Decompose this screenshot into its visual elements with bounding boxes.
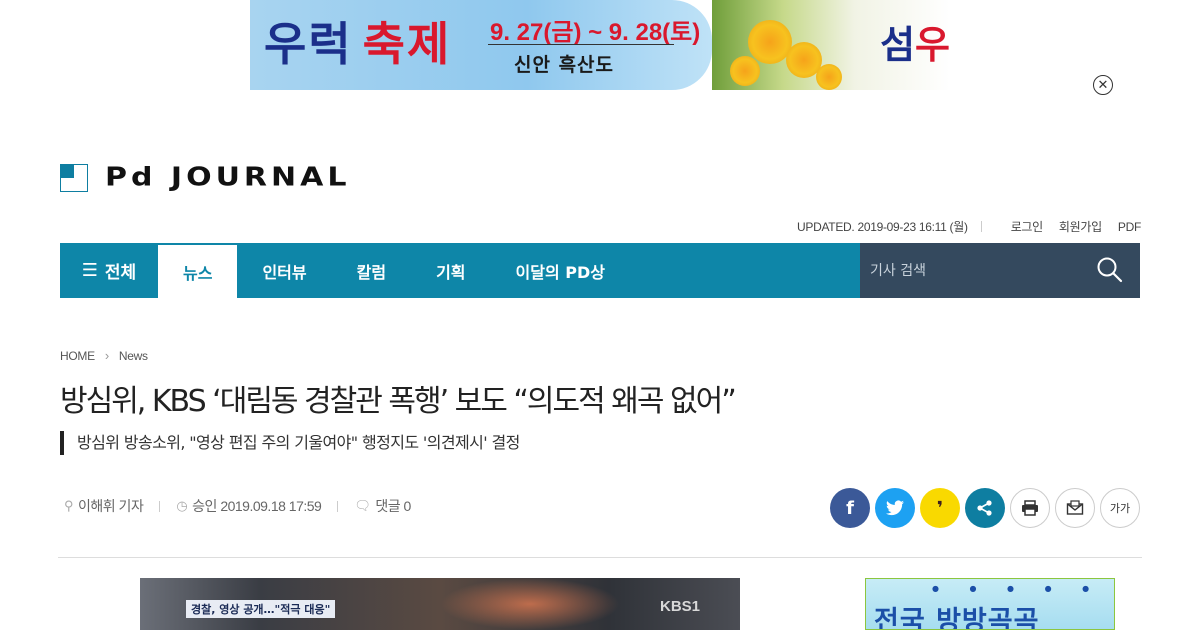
print-icon [1022, 500, 1038, 516]
nav-item-pd-award[interactable]: 이달의 PD상 [491, 243, 630, 298]
content-divider [58, 557, 1142, 558]
clock-icon: ◷ [176, 498, 188, 513]
kakaostory-share-button[interactable]: ❜ [920, 488, 960, 528]
approval-date: 승인 2019.09.18 17:59 [192, 498, 322, 514]
email-button[interactable] [1055, 488, 1095, 528]
approval-info: ◷ 승인 2019.09.18 17:59 [176, 496, 322, 516]
search-input[interactable] [860, 262, 1080, 279]
login-link[interactable]: 로그인 [1011, 218, 1044, 235]
nav-item-interview[interactable]: 인터뷰 [237, 243, 331, 298]
email-icon [1066, 500, 1084, 515]
ad-right-panel: 섬우 [712, 0, 950, 90]
facebook-share-button[interactable]: f [830, 488, 870, 528]
broadcaster-logo: KBS1 [659, 598, 700, 615]
nav-item-news[interactable]: 뉴스 [158, 244, 238, 298]
ad-left-panel: 우럭 축제 9. 27(금) ~ 9. 28(토) 신안 흑산도 [250, 0, 712, 90]
ad-right-text: 섬우 [880, 14, 950, 69]
top-ad-banner[interactable]: 우럭 축제 9. 27(금) ~ 9. 28(토) 신안 흑산도 섬우 [250, 0, 950, 90]
ad-divider [488, 44, 674, 45]
print-button[interactable] [1010, 488, 1050, 528]
ad-title-part1: 우럭 [264, 17, 353, 71]
author-name[interactable]: 이해휘 기자 [78, 496, 144, 516]
main-nav: ☰ 전체 뉴스 인터뷰 칼럼 기획 이달의 PD상 [60, 243, 1140, 298]
logo-mark-icon [60, 164, 88, 192]
search-icon[interactable] [1096, 256, 1124, 284]
logo-text: Pd JOURNAL [105, 162, 351, 193]
breadcrumb: HOME › News [60, 348, 148, 363]
comment-icon: 🗨 [354, 498, 371, 513]
util-divider [980, 221, 982, 232]
article-meta: ⚲ 이해휘 기자 ◷ 승인 2019.09.18 17:59 🗨 댓글 0 [64, 496, 411, 516]
flower-image [730, 56, 760, 86]
ad-dates: 9. 27(금) ~ 9. 28(토) [490, 19, 701, 46]
article-image[interactable]: 경찰, 영상 공개…"적극 대응" KBS1 [140, 578, 740, 630]
close-icon[interactable]: ✕ [1093, 75, 1113, 95]
article-headline: 방심위, KBS ‘대림동 경찰관 폭행’ 보도 “의도적 왜곡 없어” [60, 384, 737, 419]
meta-divider [337, 500, 339, 512]
article-subhead: 방심위 방송소위, "영상 편집 주의 기울여야" 행정지도 '의견제시' 결정 [60, 431, 520, 455]
ad-right-text-part2: 우 [915, 22, 950, 67]
font-size-button[interactable]: 가가 [1100, 488, 1140, 528]
breadcrumb-section[interactable]: News [119, 349, 148, 363]
twitter-share-button[interactable] [875, 488, 915, 528]
image-caption: 경찰, 영상 공개…"적극 대응" [186, 600, 336, 618]
site-logo[interactable]: Pd JOURNAL [60, 163, 350, 193]
nav-item-feature[interactable]: 기획 [411, 243, 490, 298]
comment-info[interactable]: 🗨 댓글 0 [354, 496, 411, 516]
hamburger-icon: ☰ [81, 260, 98, 281]
all-menu-label: 전체 [104, 263, 137, 283]
side-ad-banner[interactable]: ● ● ● ● ● 전국 방방곡곡 [865, 578, 1115, 630]
author-info: ⚲ 이해휘 기자 [64, 496, 144, 516]
user-icon: ⚲ [64, 498, 74, 513]
chevron-right-icon: › [104, 348, 109, 363]
ad-place: 신안 흑산도 [514, 54, 615, 76]
signup-link[interactable]: 회원가입 [1059, 218, 1102, 235]
comment-count: 댓글 0 [375, 498, 411, 514]
ad-right-text-part1: 섬 [880, 22, 916, 67]
search-box [860, 243, 1140, 298]
ad-dots: ● ● ● ● ● [932, 584, 1104, 593]
meta-divider [159, 500, 161, 512]
all-menu-button[interactable]: ☰ 전체 [60, 243, 158, 298]
share-buttons: f ❜ 가가 [825, 488, 1140, 528]
breadcrumb-home[interactable]: HOME [60, 349, 95, 363]
updated-timestamp: UPDATED. 2019-09-23 16:11 (월) [797, 220, 968, 234]
nav-item-column[interactable]: 칼럼 [332, 243, 411, 298]
share-icon [977, 500, 992, 516]
utility-bar: UPDATED. 2019-09-23 16:11 (월) 로그인 회원가입 P… [797, 218, 1141, 235]
side-ad-text: 전국 방방곡곡 [874, 606, 1040, 630]
twitter-icon [886, 500, 904, 516]
ad-title: 우럭 축제 [264, 8, 451, 74]
pdf-link[interactable]: PDF [1118, 220, 1141, 234]
ad-title-part2: 축제 [362, 17, 452, 71]
flower-image [816, 64, 842, 90]
share-button[interactable] [965, 488, 1005, 528]
image-glow [440, 578, 620, 630]
